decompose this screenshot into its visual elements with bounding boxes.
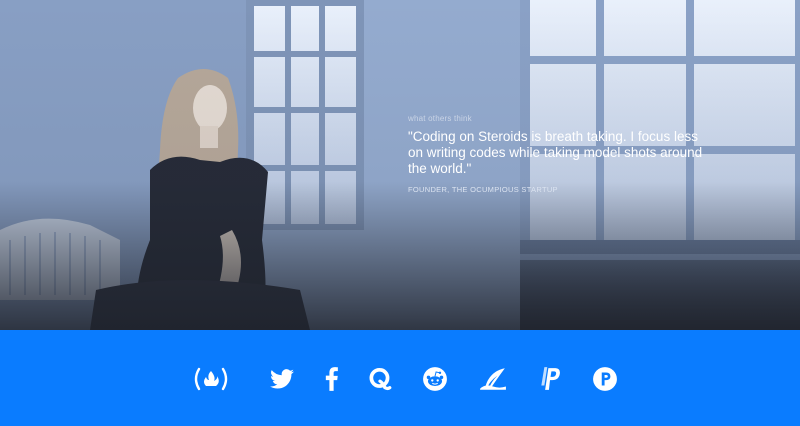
hashnode-link[interactable] (479, 366, 507, 392)
paypal-icon (541, 367, 560, 390)
reddit-link[interactable] (421, 366, 449, 392)
reddit-icon (423, 367, 447, 391)
paypal-link[interactable] (536, 366, 564, 392)
testimonial-eyebrow: what others think (408, 114, 472, 123)
freecodecamp-icon (194, 367, 228, 391)
quill-icon (480, 368, 506, 390)
testimonial-author: FOUNDER, THE OCUMPIOUS STARTUP (408, 185, 558, 194)
testimonial-section: what others think "Coding on Steroids is… (0, 0, 800, 330)
facebook-link[interactable] (318, 366, 346, 392)
patreon-icon (593, 367, 617, 391)
facebook-icon (325, 367, 338, 391)
twitter-link[interactable] (268, 366, 296, 392)
social-links (0, 330, 800, 426)
twitter-icon (270, 369, 294, 389)
quora-icon (369, 367, 392, 391)
quora-link[interactable] (366, 366, 394, 392)
page: what others think "Coding on Steroids is… (0, 0, 800, 426)
social-footer (0, 330, 800, 426)
testimonial-quote: "Coding on Steroids is breath taking. I … (408, 129, 703, 176)
patreon-link[interactable] (591, 366, 619, 392)
freecodecamp-link[interactable] (192, 366, 230, 392)
testimonial-block: what others think "Coding on Steroids is… (408, 114, 708, 194)
